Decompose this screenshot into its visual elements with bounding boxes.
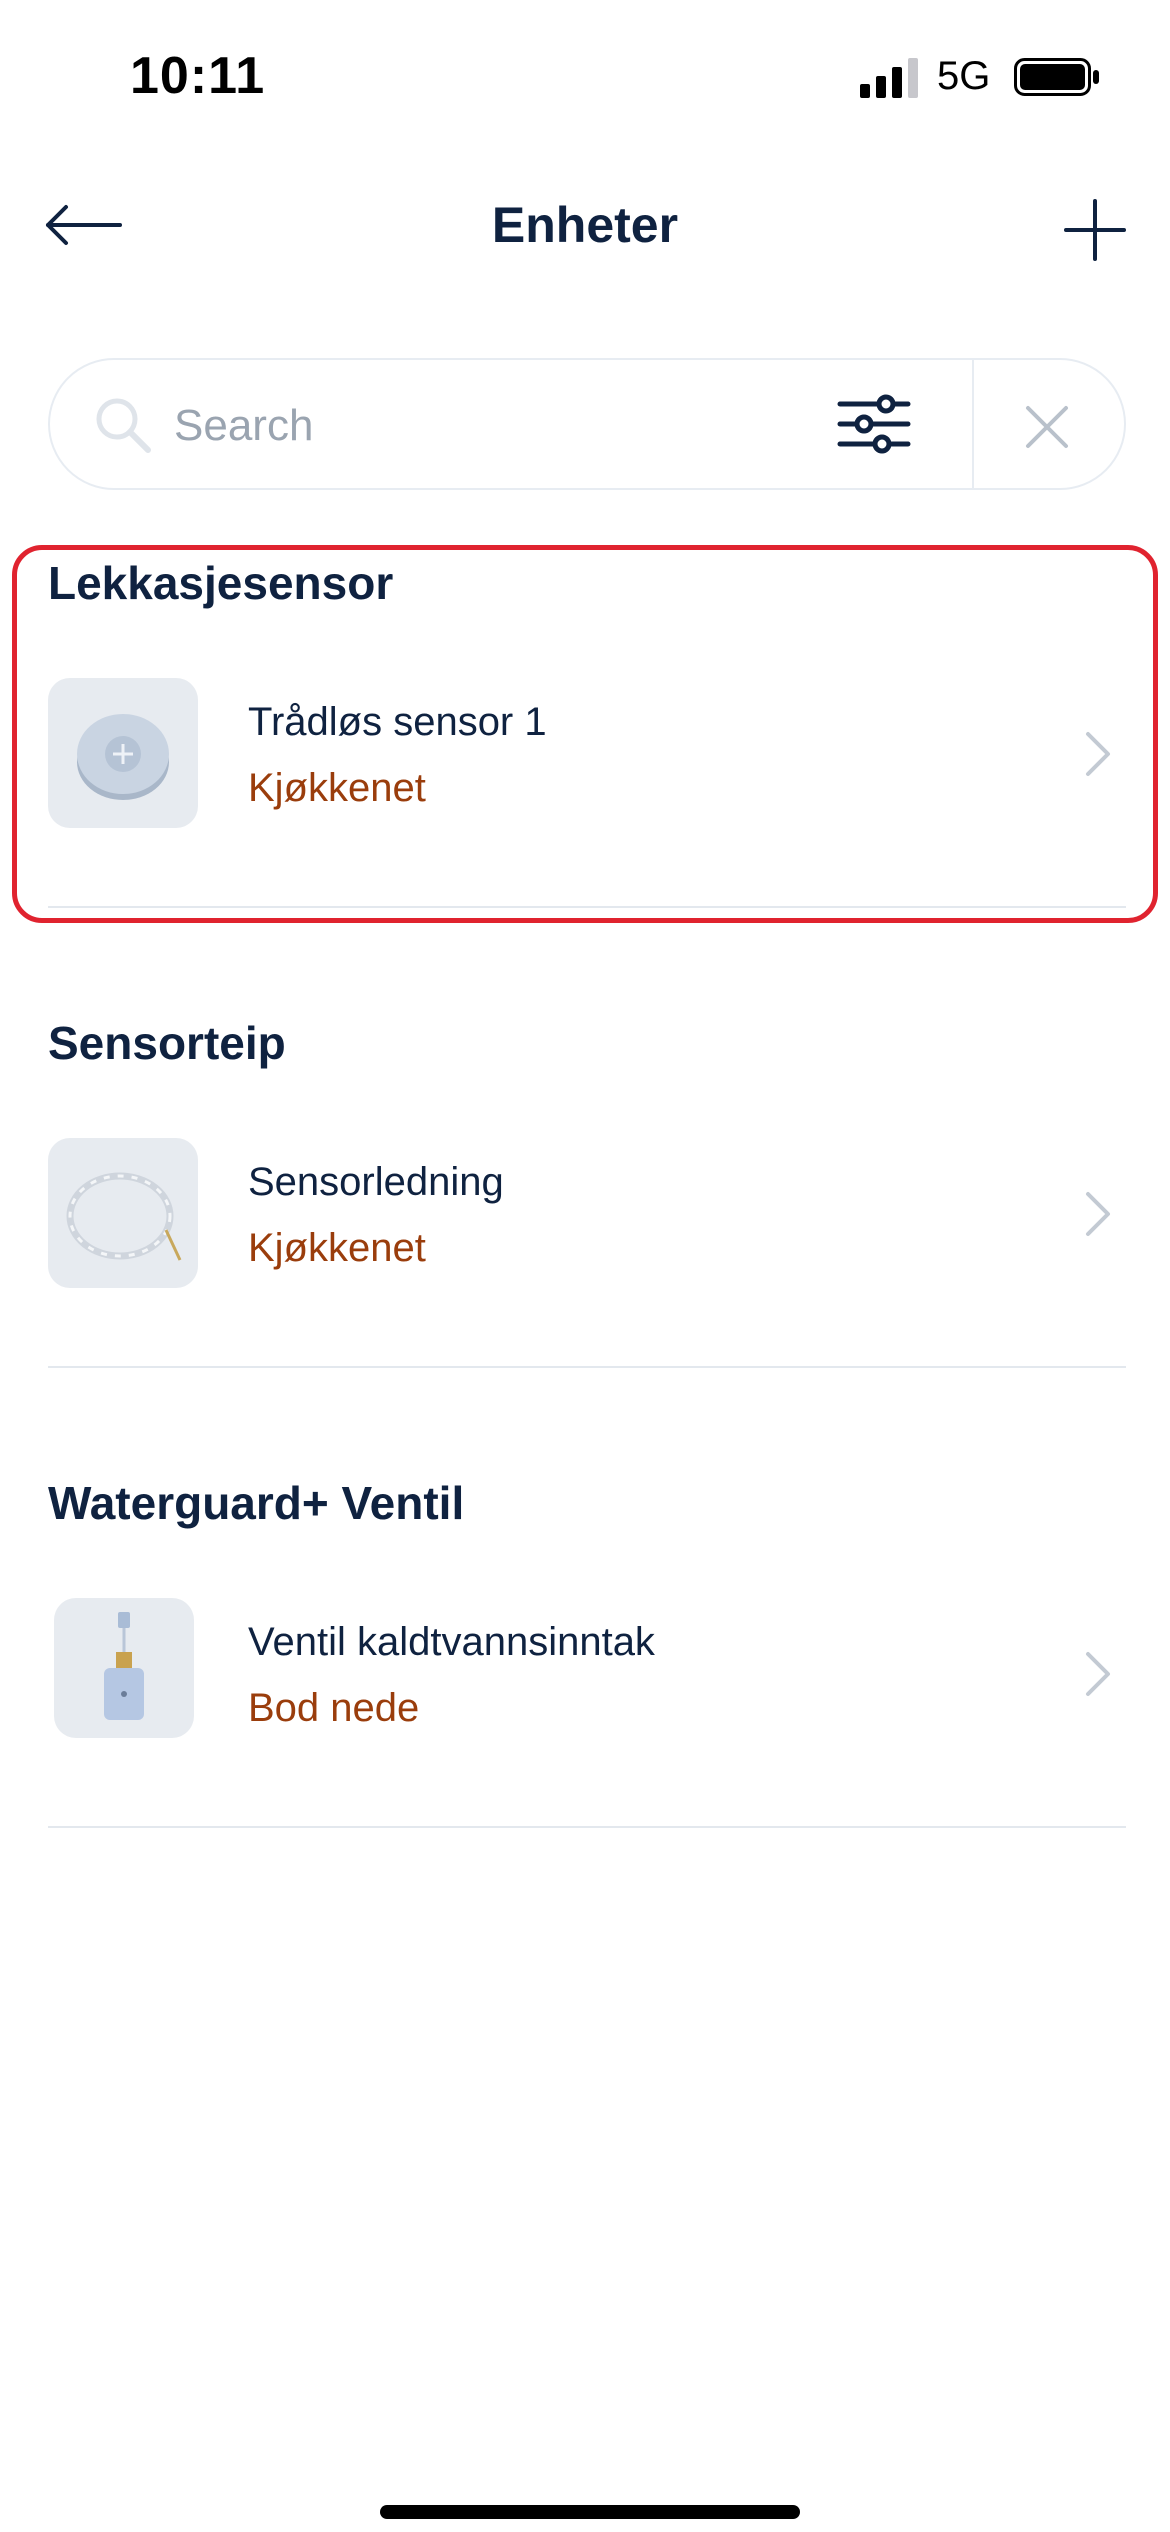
section-divider [48,1366,1126,1368]
section-title-sensor-tape: Sensorteip [48,1017,286,1069]
device-row-valve[interactable] [48,1590,1126,1760]
device-name: Ventil kaldtvannsinntak [248,1620,655,1664]
device-image-valve [54,1598,194,1738]
filter-icon[interactable] [836,394,912,454]
chevron-right-icon [1086,1192,1110,1236]
device-name: Sensorledning [248,1160,504,1204]
device-location: Bod nede [248,1686,420,1730]
highlight-frame [12,545,1158,923]
device-image-sensor-cable [48,1138,198,1288]
section-divider [48,1826,1126,1828]
section-title-valve: Waterguard+ Ventil [48,1477,465,1529]
home-indicator[interactable] [380,2505,800,2519]
search-input[interactable] [172,392,796,460]
valve-picture [104,1612,144,1720]
search-icon [96,398,151,453]
device-location: Kjøkkenet [248,1226,426,1270]
page-title: Enheter [491,197,679,253]
battery-icon [1014,58,1099,96]
chevron-right-icon [1086,1652,1110,1696]
search-divider [972,360,974,488]
signal-icon [860,58,918,98]
close-icon[interactable] [1020,400,1074,454]
network-label: 5G [937,54,991,98]
plus-icon[interactable] [1060,195,1130,265]
device-row-sensor-cable[interactable] [48,1130,1126,1300]
sensor-cable-picture [66,1172,182,1261]
status-time: 10:11 [130,47,266,105]
